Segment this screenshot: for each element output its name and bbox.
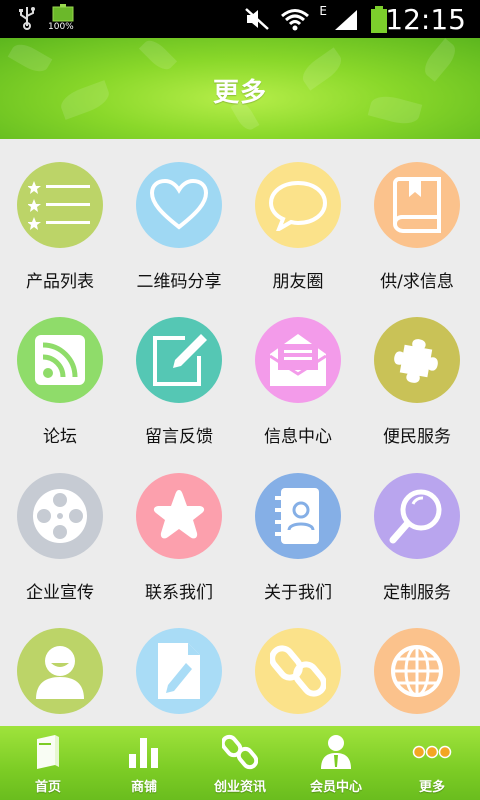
grid-item-label: 便民服务 [383, 427, 451, 447]
nav-item-shops[interactable]: 商铺 [96, 726, 192, 800]
grid-item-label: 二维码分享 [136, 272, 222, 292]
nav-item-business-news[interactable]: 创业资讯 [192, 726, 288, 800]
grid-item-product-list[interactable]: 产品列表 [0, 139, 120, 294]
grid-item-convenience-service[interactable]: 便民服务 [357, 294, 477, 449]
chain-link-icon [255, 628, 341, 714]
globe-icon [374, 628, 460, 714]
nav-label: 会员中心 [309, 780, 362, 795]
magnifier-icon [374, 473, 460, 559]
grid-item-globe[interactable] [357, 605, 477, 726]
grid-item-label: 产品列表 [26, 272, 94, 292]
document-edit-icon [136, 628, 222, 714]
edit-icon [136, 317, 222, 403]
nav-item-member-center[interactable]: 会员中心 [288, 726, 384, 800]
member-icon [288, 732, 384, 772]
bar-chart-icon [96, 732, 192, 772]
wifi-icon [280, 7, 310, 37]
star-icon [136, 473, 222, 559]
grid-item-label: 供/求信息 [380, 272, 454, 292]
puzzle-icon [374, 317, 460, 403]
grid-item-label: 论坛 [43, 427, 77, 447]
grid-item-label: 留言反馈 [145, 427, 213, 447]
book-home-icon [0, 732, 96, 772]
nav-label: 首页 [34, 780, 61, 795]
grid-item-user[interactable] [0, 605, 120, 726]
nav-item-home[interactable]: 首页 [0, 726, 96, 800]
grid-item-contact-us[interactable]: 联系我们 [119, 450, 239, 605]
mute-icon [244, 7, 270, 35]
envelope-icon [255, 317, 341, 403]
more-dots-icon [384, 732, 480, 772]
feature-grid: 产品列表 二维码分享 朋友圈 供/求信息 论坛 留言反馈 信息中心 便民服务 企… [0, 139, 480, 726]
page-title: 更多 [212, 78, 267, 108]
clock: 12:15 [385, 3, 466, 36]
grid-item-supply-demand[interactable]: 供/求信息 [357, 139, 477, 294]
status-bar: 100% E 12:15 [0, 0, 480, 38]
grid-item-document[interactable] [119, 605, 239, 726]
nav-item-more[interactable]: 更多 [384, 726, 480, 800]
grid-item-friends-circle[interactable]: 朋友圈 [238, 139, 358, 294]
heart-icon [136, 162, 222, 248]
film-reel-icon [17, 473, 103, 559]
grid-item-qrcode-share[interactable]: 二维码分享 [119, 139, 239, 294]
nav-label: 创业资讯 [213, 780, 266, 795]
chain-link-icon [192, 732, 288, 772]
grid-item-forum[interactable]: 论坛 [0, 294, 120, 449]
signal-icon [334, 9, 358, 35]
rss-icon [17, 317, 103, 403]
user-icon [17, 628, 103, 714]
usb-icon [18, 6, 36, 34]
nav-label: 更多 [418, 780, 445, 795]
grid-item-link[interactable] [238, 605, 358, 726]
grid-item-info-center[interactable]: 信息中心 [238, 294, 358, 449]
chat-bubble-icon [255, 162, 341, 248]
battery-percent-label: 100% [48, 22, 74, 32]
grid-item-company-promo[interactable]: 企业宣传 [0, 450, 120, 605]
grid-item-about-us[interactable]: 关于我们 [238, 450, 358, 605]
book-icon [374, 162, 460, 248]
network-type-label: E [319, 4, 327, 18]
grid-item-label: 关于我们 [264, 583, 332, 603]
page-header: 更多 [0, 38, 480, 139]
grid-item-feedback[interactable]: 留言反馈 [119, 294, 239, 449]
list-stars-icon [17, 162, 103, 248]
grid-item-label: 企业宣传 [26, 583, 94, 603]
decorative-leaf [138, 38, 178, 75]
grid-item-label: 定制服务 [383, 583, 451, 603]
grid-item-label: 信息中心 [264, 427, 332, 447]
contacts-book-icon [255, 473, 341, 559]
nav-label: 商铺 [130, 780, 157, 795]
bottom-nav: 首页 商铺 创业资讯 会员中心 更多 [0, 726, 480, 800]
grid-item-label: 联系我们 [145, 583, 213, 603]
grid-item-label: 朋友圈 [272, 272, 324, 292]
grid-item-custom-service[interactable]: 定制服务 [357, 450, 477, 605]
